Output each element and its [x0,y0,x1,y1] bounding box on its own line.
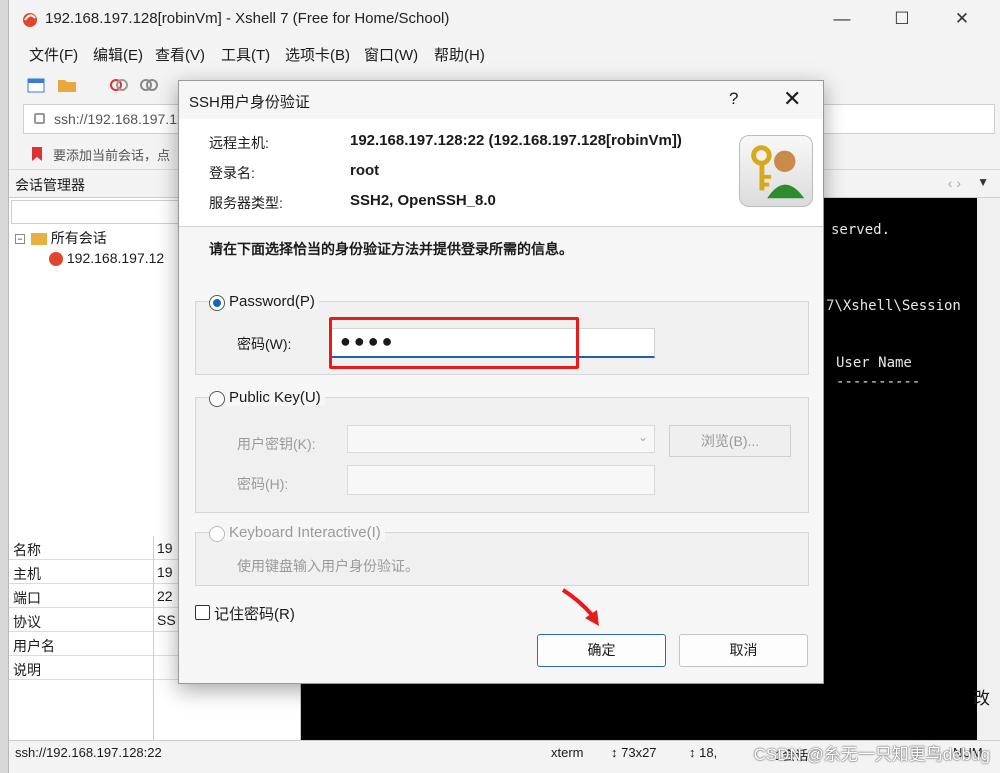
bookmark-icon [32,147,42,161]
cancel-button[interactable]: 取消 [679,634,808,667]
instruction-text: 请在下面选择恰当的身份验证方法并提供登录所需的信息。 [209,241,573,257]
annotation-red-arrow [561,588,599,626]
window-title: 192.168.197.128[robinVm] - Xshell 7 (Fre… [45,10,450,27]
folder-icon [30,233,47,246]
terminal-line: User Name [836,355,912,371]
tab-scroll-arrows[interactable]: ‹ › [948,175,961,191]
keyboard-radio-label[interactable]: Keyboard Interactive(I) [225,524,385,541]
keyboard-desc: 使用键盘输入用户身份验证。 [237,558,419,574]
terminal-edge-char: 改 [973,689,990,708]
user-key-label: 用户密钥(K): [237,436,316,452]
login-name-label: 登录名: [209,165,255,181]
remote-host-label: 远程主机: [209,135,269,151]
chevron-down-icon[interactable]: ▼ [977,175,989,189]
password-radio[interactable] [209,295,225,311]
address-input[interactable]: ssh://192.168.197.12 [54,111,185,127]
open-folder-icon[interactable] [57,76,77,94]
publickey-radio-label[interactable]: Public Key(U) [225,389,325,406]
remote-host-value: 192.168.197.128:22 (192.168.197.128[robi… [350,132,682,149]
status-size: ↕ 73x27 [611,745,657,760]
menu-bar: 文件(F) 编辑(E) 查看(V) 工具(T) 选项卡(B) 窗口(W) 帮助(… [9,38,1000,68]
passphrase-input[interactable] [347,465,655,495]
tree-item-label: 所有会话 [50,230,107,246]
server-type-label: 服务器类型: [209,195,283,211]
menu-tabs[interactable]: 选项卡(B) [285,44,350,65]
menu-edit[interactable]: 编辑(E) [93,44,143,65]
help-button[interactable]: ? [729,89,738,109]
terminal-line: ---------- [836,374,921,390]
terminal-line: served. [831,222,891,238]
status-position: ↕ 18, [689,745,718,760]
menu-file[interactable]: 文件(F) [29,44,78,65]
server-type-value: SSH2, OpenSSH_8.0 [350,192,496,209]
status-term: xterm [551,745,584,760]
terminal-line: 7\Xshell\Session [826,298,961,314]
annotation-red-box [329,317,579,369]
browse-button[interactable]: 浏览(B)... [669,425,791,457]
user-key-select[interactable]: ⌄ [347,425,655,453]
lock-icon [34,113,45,124]
key-user-icon [739,135,813,207]
ssh-auth-dialog: SSH用户身份验证 ? ✕ 远程主机: 192.168.197.128:22 (… [178,80,824,684]
maximize-button[interactable]: ☐ [889,6,915,32]
remember-password-label[interactable]: 记住密码(R) [214,603,295,624]
tree-item-all-sessions[interactable]: − 所有会话 [15,228,107,248]
xshell-logo-icon [23,13,37,27]
publickey-radio[interactable] [209,391,225,407]
remember-password-checkbox[interactable] [195,605,210,620]
link-icon[interactable] [139,76,159,94]
passphrase-label: 密码(H): [237,476,289,492]
session-icon [49,252,63,267]
connection-info: 远程主机: 192.168.197.128:22 (192.168.197.12… [179,119,823,227]
keyboard-radio[interactable] [209,526,225,542]
tree-item-label: 192.168.197.12 [66,250,165,266]
chevron-down-icon: ⌄ [637,430,648,444]
terminal-scrollbar[interactable]: 改 [973,198,1000,740]
menu-window[interactable]: 窗口(W) [364,44,418,65]
ok-button[interactable]: 确定 [537,634,666,667]
password-field-label: 密码(W): [237,336,292,352]
login-name-value: root [350,162,380,179]
new-session-icon[interactable] [27,76,47,94]
tree-item-session[interactable]: 192.168.197.12 [49,250,165,267]
menu-tools[interactable]: 工具(T) [221,44,270,65]
status-address: ssh://192.168.197.128:22 [15,745,162,760]
menu-view[interactable]: 查看(V) [155,44,205,65]
collapse-icon[interactable]: − [15,234,25,245]
password-radio-label[interactable]: Password(P) [225,293,319,310]
minimize-button[interactable]: — [829,6,855,32]
title-bar: 192.168.197.128[robinVm] - Xshell 7 (Fre… [9,0,1000,38]
close-window-button[interactable]: ✕ [949,6,975,32]
hint-text: 要添加当前会话，点 [53,148,171,163]
dialog-title: SSH用户身份验证 [189,94,310,111]
dialog-close-button[interactable]: ✕ [783,86,801,112]
disconnect-icon[interactable] [109,76,129,94]
dialog-title-bar: SSH用户身份验证 ? ✕ [179,81,823,119]
menu-help[interactable]: 帮助(H) [434,44,485,65]
watermark: CSDN @糸无一只知更鸟debug [753,745,990,764]
